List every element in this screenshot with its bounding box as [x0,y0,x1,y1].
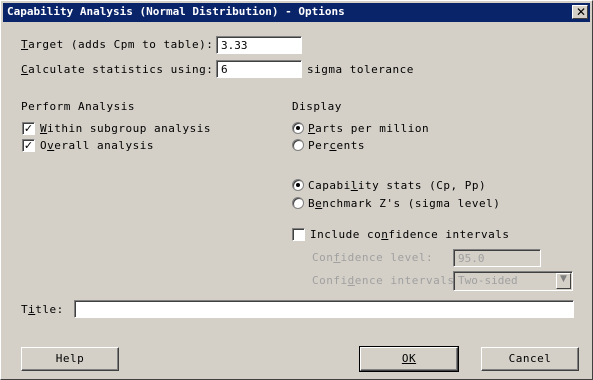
target-label: Target (adds Cpm to table): [21,38,214,51]
ok-button[interactable]: OK [359,346,459,372]
confidence-level-label: Confidence level: [312,251,434,264]
confidence-intervals-select[interactable]: Two-sided ▼ [453,271,573,291]
parts-per-million-radio[interactable] [292,122,304,134]
calc-label: Calculate statistics using: [21,63,214,76]
cancel-button[interactable]: Cancel [481,347,579,371]
parts-per-million-label[interactable]: Parts per million [308,122,429,135]
sigma-input[interactable]: 6 [216,60,302,78]
confidence-intervals-value: Two-sided [458,274,518,287]
window-title: Capability Analysis (Normal Distribution… [7,5,345,18]
capability-stats-radio[interactable] [292,179,304,191]
close-icon[interactable]: ✕ [576,5,586,19]
capability-stats-label[interactable]: Capability stats (Cp, Pp) [308,179,486,192]
perform-analysis-heading: Perform Analysis [21,100,135,113]
include-ci-label[interactable]: Include confidence intervals [310,228,509,241]
sigma-tolerance-label: sigma tolerance [307,63,414,76]
dropdown-button[interactable]: ▼ [556,273,571,289]
help-button[interactable]: Help [21,347,119,371]
chevron-down-icon: ▼ [560,274,567,284]
within-subgroup-label[interactable]: Within subgroup analysis [40,122,211,135]
title-bar[interactable]: Capability Analysis (Normal Distribution… [3,3,590,22]
percents-radio[interactable] [292,139,304,151]
confidence-intervals-label: Confidence intervals: [312,274,462,287]
display-heading: Display [292,100,342,113]
ok-button-label: OK [401,352,417,365]
title-label: Title: [21,303,64,316]
overall-analysis-checkbox[interactable]: ✓ [22,139,35,152]
within-subgroup-checkbox[interactable]: ✓ [22,122,35,135]
dialog-window: Capability Analysis (Normal Distribution… [0,0,593,380]
target-input[interactable]: 3.33 [216,36,302,54]
benchmark-z-radio[interactable] [292,197,304,209]
title-input[interactable] [74,300,574,318]
benchmark-z-label[interactable]: Benchmark Z's (sigma level) [308,197,500,210]
include-ci-checkbox[interactable] [292,228,305,241]
confidence-level-input[interactable]: 95.0 [453,249,541,267]
close-button[interactable]: ✕ [572,5,588,19]
overall-analysis-label[interactable]: Overall analysis [40,139,154,152]
percents-label[interactable]: Percents [308,139,365,152]
